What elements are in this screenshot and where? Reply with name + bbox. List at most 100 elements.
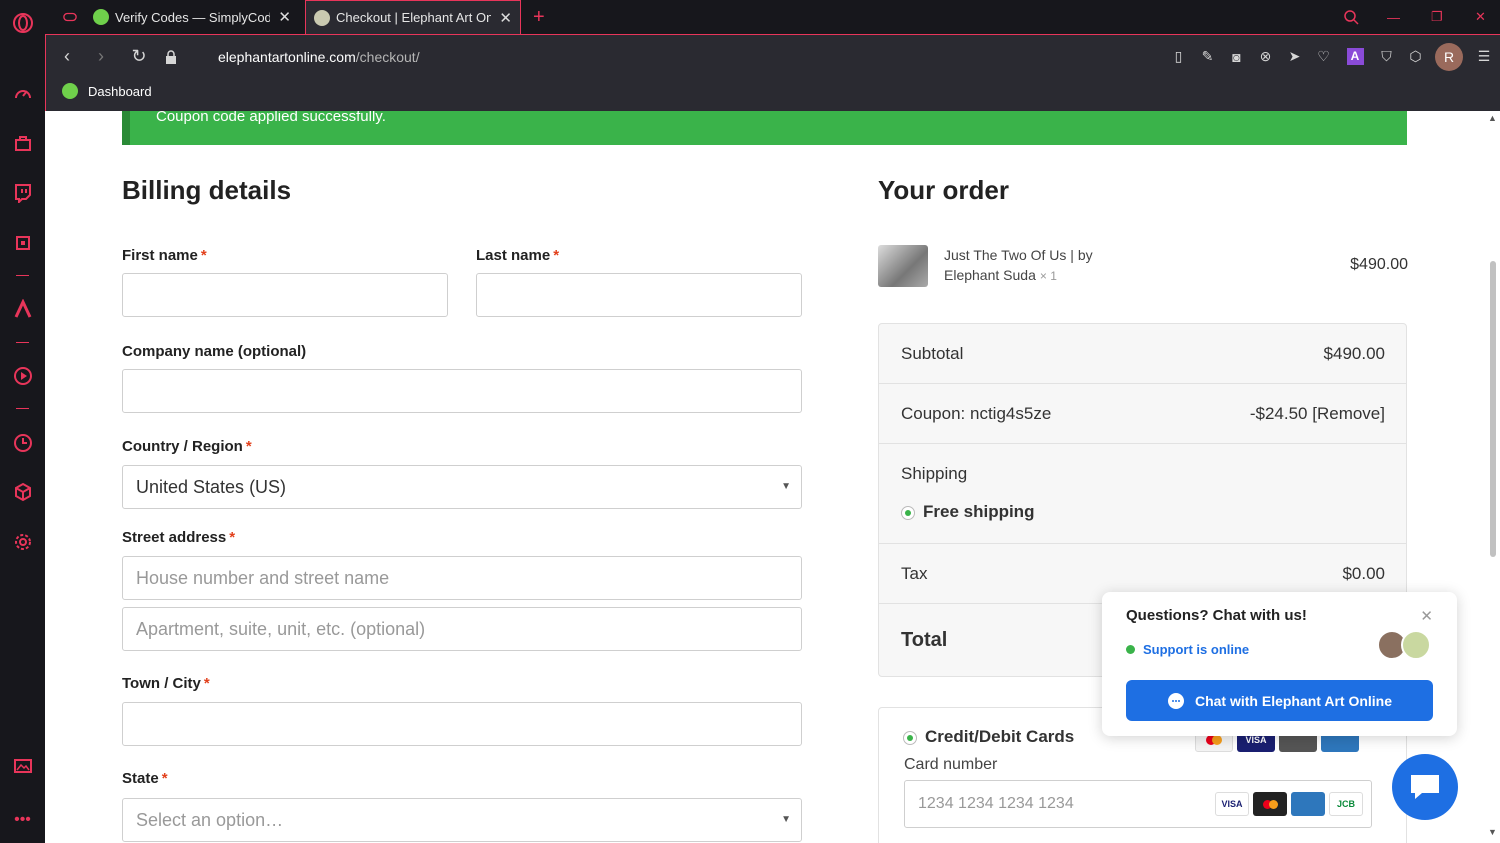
sidebar-divider — [16, 275, 29, 276]
scroll-thumb[interactable] — [1490, 261, 1496, 557]
state-label: State * — [122, 770, 168, 787]
free-shipping-option[interactable]: Free shipping — [901, 502, 1034, 522]
street-label-text: Street address — [122, 529, 227, 546]
toolbar-actions: ▯ ✎ ◙ ⊗ ➤ ♡ A ⛉ ⬡ R ☰ — [1164, 35, 1500, 78]
first-name-label-text: First name — [122, 247, 198, 264]
restore-icon[interactable]: ❐ — [1423, 0, 1451, 34]
last-name-label-text: Last name — [476, 247, 551, 264]
bookmark-dashboard[interactable]: Dashboard — [62, 83, 152, 99]
street-address-input[interactable]: House number and street name — [122, 556, 802, 600]
order-product-row: Just The Two Of Us | by Elephant Suda × 1… — [878, 241, 1408, 291]
close-tab-icon[interactable]: ✕ — [499, 9, 512, 27]
order-title: Your order — [878, 175, 1009, 205]
scroll-up-icon[interactable]: ▲ — [1488, 113, 1497, 123]
reader-icon[interactable]: ▯ — [1164, 35, 1193, 78]
card-payment-option[interactable]: Credit/Debit Cards — [903, 727, 1074, 747]
settings-icon[interactable] — [11, 530, 34, 553]
page-scrollbar[interactable]: ▲ ▼ — [1485, 111, 1500, 843]
start-chat-label: Chat with Elephant Art Online — [1194, 692, 1393, 709]
required-mark: * — [203, 675, 210, 692]
chat-bubble-icon — [1167, 692, 1184, 709]
address-bar[interactable]: elephantartonline.com/checkout/ — [218, 35, 420, 78]
tax-label: Tax — [901, 564, 928, 583]
tab-checkout[interactable]: Checkout | Elephant Art Online ✕ — [305, 0, 521, 34]
twitch-icon[interactable] — [11, 181, 34, 204]
country-label: Country / Region * — [122, 438, 252, 455]
reload-icon[interactable]: ↻ — [124, 35, 154, 78]
required-mark: * — [553, 247, 560, 264]
support-status: Support is online — [1126, 642, 1249, 657]
player-icon[interactable] — [11, 364, 34, 387]
close-tab-icon[interactable]: ✕ — [278, 8, 291, 26]
country-value: United States (US) — [136, 477, 287, 497]
coupon-row: Coupon: nctig4s5ze -$24.50 [Remove] — [879, 384, 1406, 444]
close-window-icon[interactable]: ✕ — [1467, 0, 1494, 34]
first-name-input[interactable] — [122, 273, 448, 317]
country-label-text: Country / Region — [122, 438, 243, 455]
chat-launcher-button[interactable] — [1392, 754, 1458, 820]
shopping-bag-icon[interactable] — [11, 131, 34, 154]
opera-logo-icon[interactable] — [11, 11, 34, 34]
camera-icon[interactable]: ◙ — [1222, 35, 1251, 78]
apartment-input[interactable]: Apartment, suite, unit, etc. (optional) — [122, 607, 802, 651]
start-chat-button[interactable]: Chat with Elephant Art Online — [1126, 680, 1433, 721]
send-icon[interactable]: ➤ — [1280, 35, 1309, 78]
address-toolbar: ‹ › ↻ elephantartonline.com/checkout/ ▯ … — [45, 34, 1500, 77]
required-mark: * — [161, 770, 168, 787]
gallery-icon[interactable] — [11, 754, 34, 777]
city-label-text: Town / City — [122, 675, 201, 692]
country-select[interactable]: United States (US) ▼ — [122, 465, 802, 509]
card-number-placeholder: 1234 1234 1234 1234 — [918, 795, 1074, 812]
dashboard-favicon-icon — [62, 83, 78, 99]
last-name-input[interactable] — [476, 273, 802, 317]
lock-icon[interactable] — [156, 35, 186, 78]
chevron-down-icon: ▼ — [781, 481, 791, 492]
performance-icon[interactable] — [11, 231, 34, 254]
history-icon[interactable] — [11, 431, 34, 454]
cube-icon[interactable]: ⬡ — [1401, 35, 1430, 78]
card-number-input[interactable]: 1234 1234 1234 1234 VISA JCB — [904, 780, 1372, 828]
coupon-notice: Coupon code applied successfully. — [122, 111, 1407, 145]
search-tabs-icon[interactable] — [1335, 0, 1367, 34]
support-status-text: Support is online — [1143, 642, 1250, 657]
required-mark: * — [229, 529, 236, 546]
back-icon[interactable]: ‹ — [52, 35, 82, 78]
tab-simplycodes[interactable]: Verify Codes — SimplyCodes ✕ — [85, 0, 299, 34]
tab-title: Checkout | Elephant Art Online — [336, 10, 492, 25]
city-input[interactable] — [122, 702, 802, 746]
required-mark: * — [200, 247, 207, 264]
new-tab-icon[interactable]: + — [525, 0, 553, 34]
url-path: /checkout/ — [355, 48, 420, 65]
extension-a-icon[interactable]: A — [1338, 35, 1372, 78]
chat-popup: Questions? Chat with us! ✕ Support is on… — [1102, 592, 1457, 736]
visa-icon: VISA — [1215, 792, 1249, 816]
coupon-label: Coupon: nctig4s5ze — [901, 404, 1052, 423]
product-price: $490.00 — [1350, 256, 1408, 273]
block-icon[interactable]: ⊗ — [1251, 35, 1280, 78]
card-brand-logos: VISA JCB — [1215, 792, 1363, 816]
shield-icon[interactable]: ⛉ — [1372, 35, 1401, 78]
chat-icon — [1411, 775, 1439, 799]
minimize-icon[interactable]: — — [1379, 0, 1408, 34]
more-icon[interactable]: ••• — [11, 808, 34, 831]
edit-icon[interactable]: ✎ — [1193, 35, 1222, 78]
heart-icon[interactable]: ♡ — [1309, 35, 1338, 78]
speed-dial-icon[interactable] — [11, 82, 34, 105]
forward-icon[interactable]: › — [86, 35, 116, 78]
game-controller-icon[interactable] — [55, 0, 85, 34]
close-icon[interactable]: ✕ — [1420, 607, 1433, 625]
scroll-down-icon[interactable]: ▼ — [1488, 827, 1497, 837]
company-input[interactable] — [122, 369, 802, 413]
menu-icon[interactable]: ☰ — [1468, 35, 1500, 78]
extensions-icon[interactable] — [11, 480, 34, 503]
coupon-remove-link[interactable]: -$24.50 [Remove] — [1250, 384, 1385, 444]
profile-avatar[interactable]: R — [1430, 35, 1468, 78]
bookmarks-bar: Dashboard — [45, 77, 1500, 111]
aria-icon[interactable] — [11, 297, 34, 320]
product-qty: × 1 — [1039, 269, 1057, 283]
subtotal-row: Subtotal $490.00 — [879, 324, 1406, 384]
state-select[interactable]: Select an option… ▼ — [122, 798, 802, 842]
tab-title: Verify Codes — SimplyCodes — [115, 9, 271, 25]
last-name-label: Last name * — [476, 247, 559, 264]
jcb-icon: JCB — [1329, 792, 1363, 816]
